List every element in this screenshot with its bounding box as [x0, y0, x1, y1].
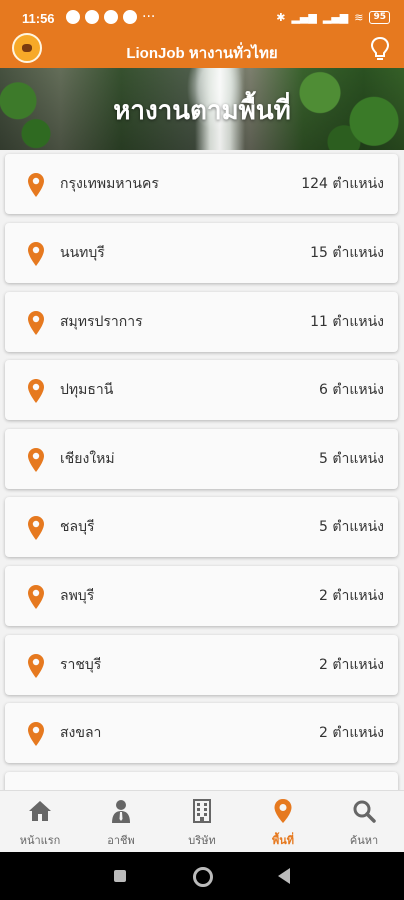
province-name: นนทบุรี	[60, 245, 105, 261]
location-pin-icon	[28, 448, 44, 472]
province-name: ลพบุรี	[60, 588, 95, 604]
province-row[interactable]: สงขลา 2 ตำแหน่ง	[5, 703, 398, 763]
home-icon	[29, 801, 51, 821]
location-pin-icon	[28, 516, 44, 540]
nav-company[interactable]: บริษัท	[162, 791, 242, 853]
job-count: 2 ตำแหน่ง	[319, 657, 384, 673]
province-name: ชลบุรี	[60, 519, 95, 535]
nav-search[interactable]: ค้นหา	[324, 791, 404, 853]
nav-home[interactable]: หน้าแรก	[0, 791, 80, 853]
status-bar: 11:56 ··· ✱ ▂▄▆ ▂▄▆ ≋ 95	[0, 0, 404, 38]
province-row[interactable]: กรุงเทพมหานคร 124 ตำแหน่ง	[5, 154, 398, 214]
status-time: 11:56	[22, 11, 55, 26]
nav-label: บริษัท	[188, 834, 216, 847]
province-name: ราชบุรี	[60, 657, 102, 673]
province-name: ปทุมธานี	[60, 382, 114, 398]
location-pin-icon	[28, 654, 44, 678]
location-pin-icon	[28, 722, 44, 746]
page-title: หางานตามพื้นที่	[113, 96, 291, 126]
notification-icons: ···	[66, 10, 155, 24]
province-row[interactable]: ราชบุรี 2 ตำแหน่ง	[5, 635, 398, 695]
person-icon	[112, 800, 130, 823]
job-count: 124 ตำแหน่ง	[301, 176, 384, 192]
more-notifications-icon: ···	[142, 9, 156, 25]
nav-area[interactable]: พื้นที่	[243, 791, 323, 853]
search-icon	[353, 800, 376, 823]
location-pin-icon	[28, 173, 44, 197]
notification-icon	[66, 10, 80, 24]
job-count: 11 ตำแหน่ง	[310, 314, 384, 330]
job-count: 2 ตำแหน่ง	[319, 725, 384, 741]
province-row[interactable]: สมุทรปราการ 11 ตำแหน่ง	[5, 292, 398, 352]
app-title: LionJob หางานทั่วไทย	[126, 45, 278, 62]
province-row[interactable]: เชียงใหม่ 5 ตำแหน่ง	[5, 429, 398, 489]
building-icon	[193, 799, 211, 823]
job-count: 2 ตำแหน่ง	[319, 588, 384, 604]
location-pin-icon	[28, 379, 44, 403]
province-row[interactable]: ปทุมธานี 6 ตำแหน่ง	[5, 360, 398, 420]
system-icons: ✱ ▂▄▆ ▂▄▆ ≋ 95	[276, 11, 390, 24]
signal-icon: ▂▄▆	[322, 11, 349, 24]
notification-icon	[85, 10, 99, 24]
job-count: 6 ตำแหน่ง	[319, 382, 384, 398]
back-button[interactable]	[278, 868, 290, 884]
system-navigation-bar	[0, 852, 404, 900]
bluetooth-icon: ✱	[276, 11, 286, 24]
wifi-icon: ≋	[354, 11, 364, 24]
nav-label: หน้าแรก	[19, 834, 61, 847]
province-name: กรุงเทพมหานคร	[60, 176, 159, 192]
job-count: 15 ตำแหน่ง	[310, 245, 384, 261]
lightbulb-icon[interactable]	[370, 36, 390, 62]
app-bar: LionJob หางานทั่วไทย	[0, 33, 404, 68]
notification-icon	[104, 10, 118, 24]
nav-occupation[interactable]: อาชีพ	[81, 791, 161, 853]
province-row[interactable]: นนทบุรี 15 ตำแหน่ง	[5, 223, 398, 283]
location-pin-icon	[28, 585, 44, 609]
notification-icon	[123, 10, 137, 24]
home-button[interactable]	[193, 867, 213, 887]
nav-label: ค้นหา	[349, 834, 379, 847]
province-list: กรุงเทพมหานคร 124 ตำแหน่ง นนทบุรี 15 ตำแ…	[0, 150, 404, 790]
battery-icon: 95	[369, 11, 390, 24]
nav-label: พื้นที่	[271, 834, 295, 847]
bottom-navigation: หน้าแรก อาชีพ บริษัท พื้นที่ ค้นหา	[0, 790, 404, 853]
location-pin-icon	[28, 242, 44, 266]
province-row[interactable]: ลพบุรี 2 ตำแหน่ง	[5, 566, 398, 626]
job-count: 5 ตำแหน่ง	[319, 451, 384, 467]
location-pin-icon	[274, 799, 292, 823]
province-name: เชียงใหม่	[60, 451, 115, 467]
province-row-partial[interactable]	[5, 772, 398, 790]
hero-banner: หางานตามพื้นที่	[0, 68, 404, 150]
province-name: สงขลา	[60, 725, 102, 741]
province-row[interactable]: ชลบุรี 5 ตำแหน่ง	[5, 497, 398, 557]
recents-button[interactable]	[114, 870, 126, 882]
location-pin-icon	[28, 311, 44, 335]
province-name: สมุทรปราการ	[60, 314, 143, 330]
job-count: 5 ตำแหน่ง	[319, 519, 384, 535]
nav-label: อาชีพ	[107, 834, 135, 847]
signal-icon: ▂▄▆	[291, 11, 317, 24]
